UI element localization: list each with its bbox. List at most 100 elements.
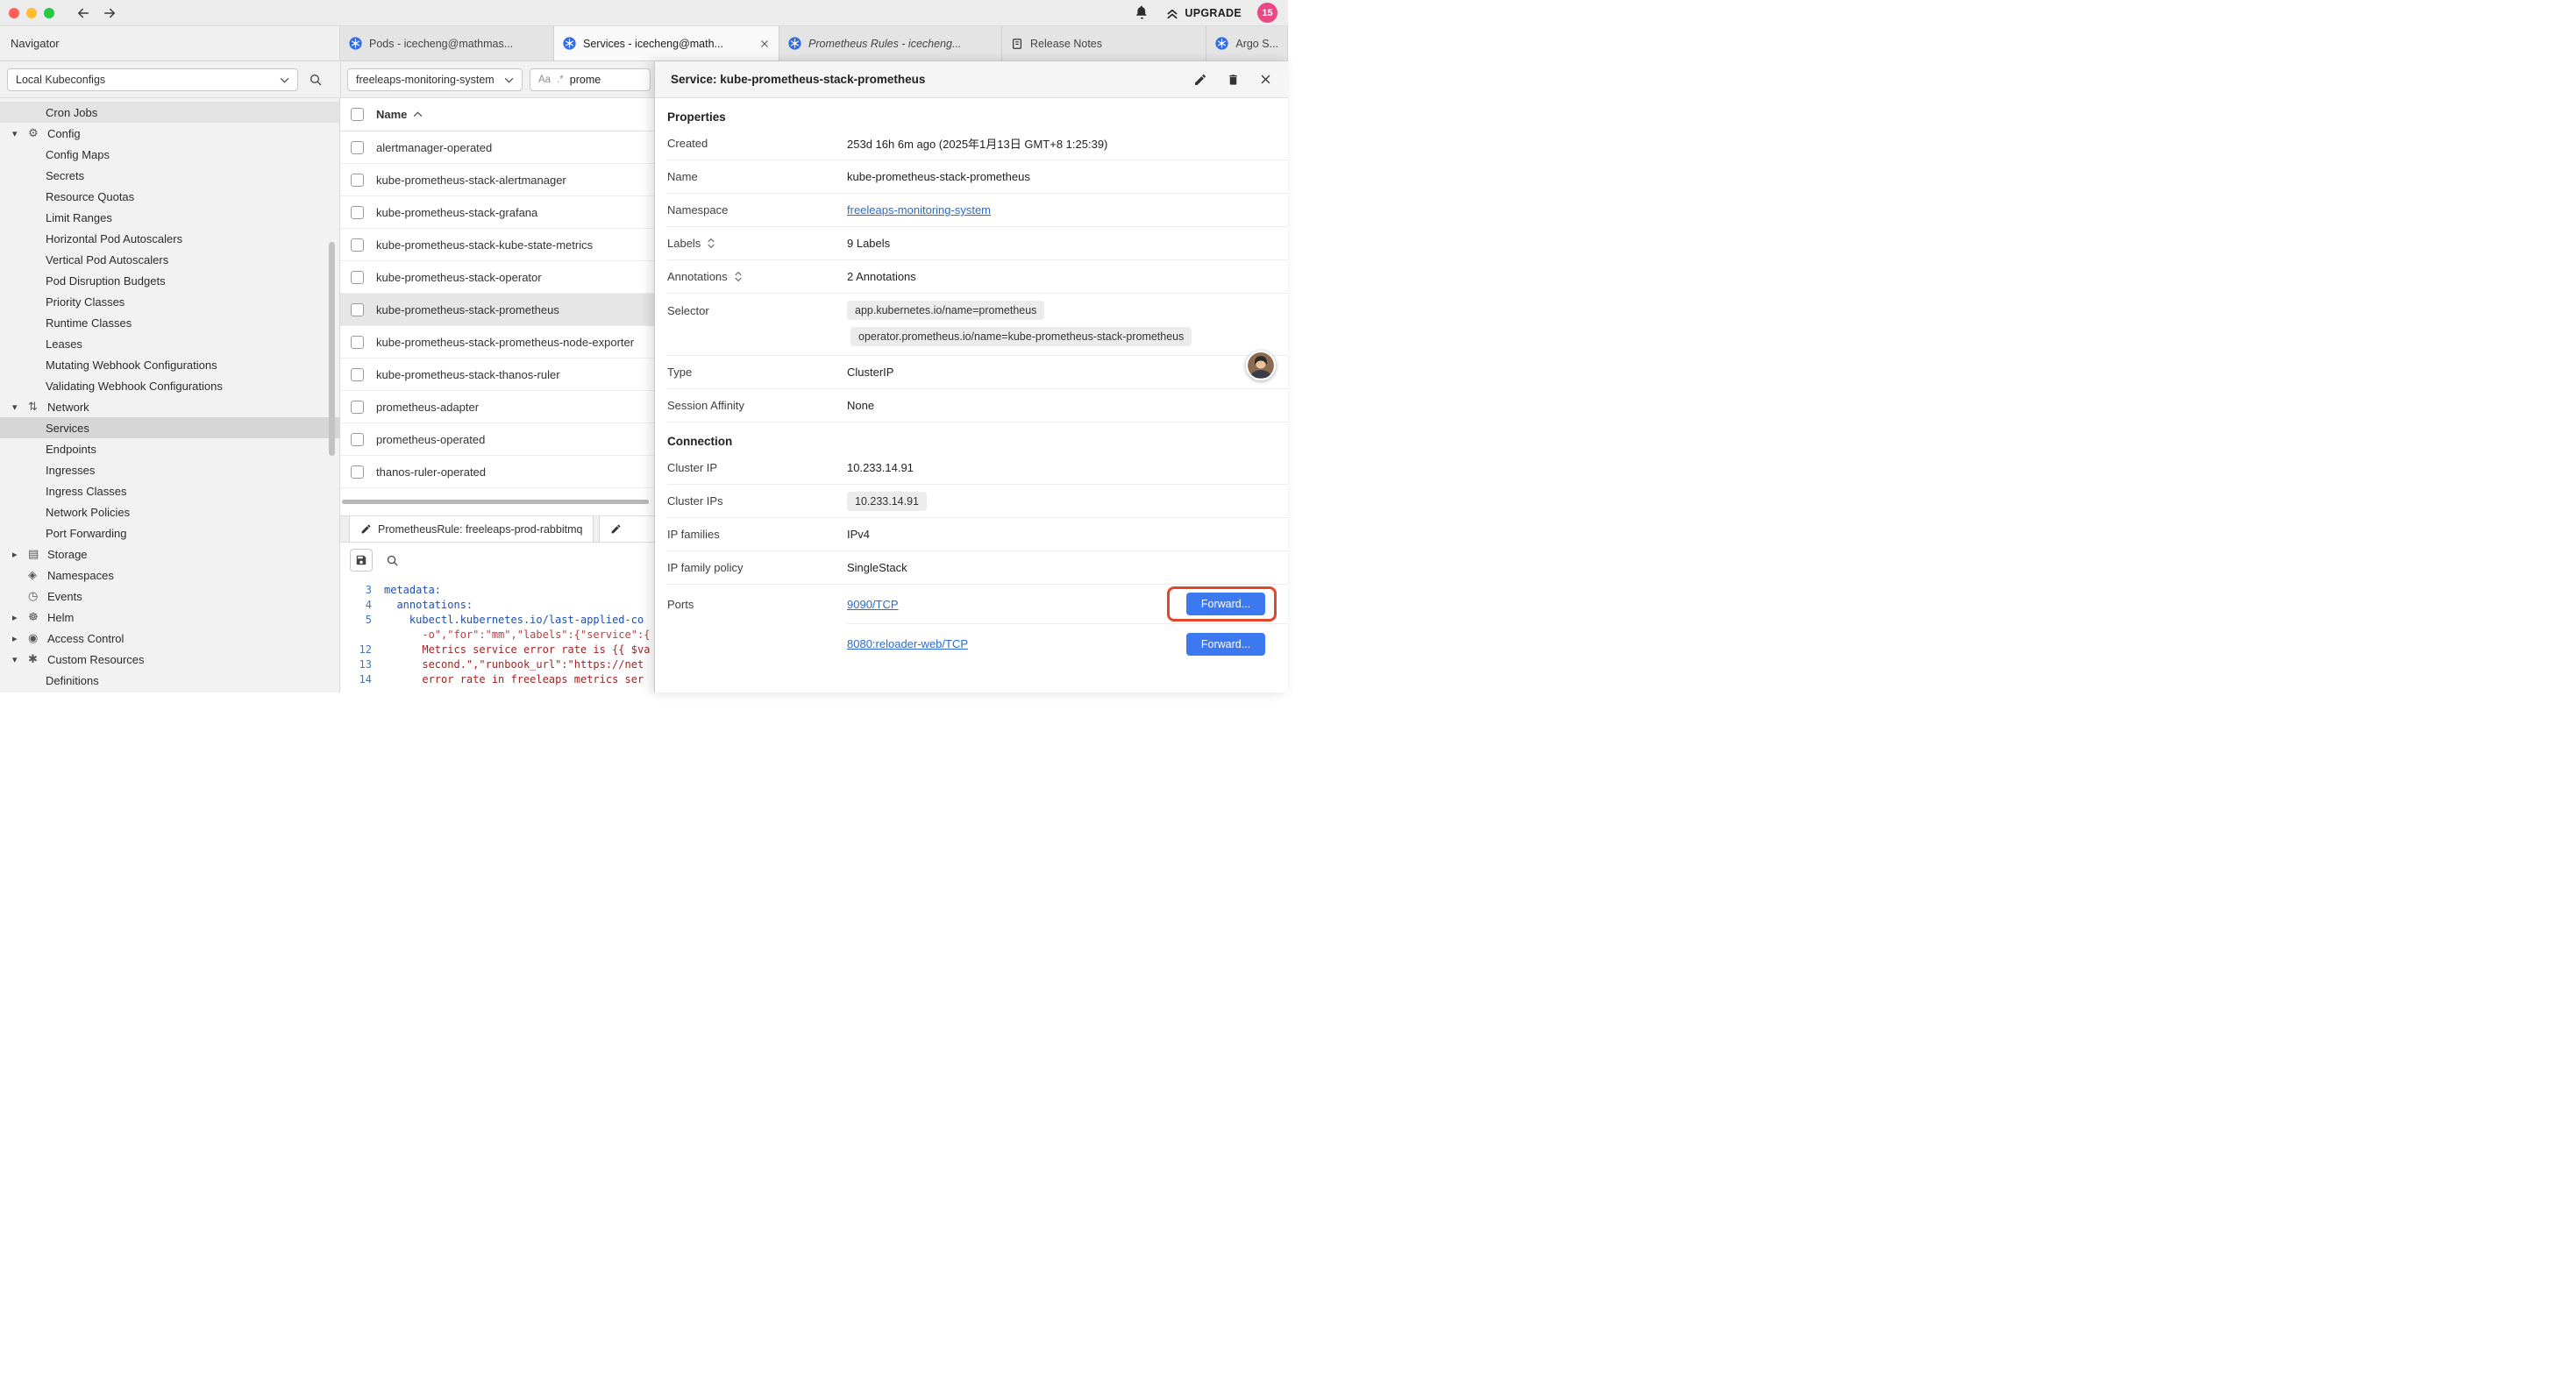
namespace-select[interactable]: freeleaps-monitoring-system [347, 68, 523, 91]
sidebar-item[interactable]: Cron Jobs [0, 102, 339, 123]
navigator-search-icon[interactable] [309, 73, 323, 87]
row-checkbox[interactable] [351, 401, 364, 414]
minimize-window-button[interactable] [26, 8, 37, 18]
editor-tab[interactable]: Prometheus Rules - icecheng... [779, 26, 1002, 60]
editor-search-icon[interactable] [386, 554, 399, 567]
twisty-icon[interactable] [12, 633, 28, 644]
sidebar-item[interactable]: Priority Classes [0, 291, 339, 312]
ports-label: Ports [667, 585, 847, 664]
expand-values-icon[interactable] [707, 238, 715, 249]
row-checkbox[interactable] [351, 303, 364, 316]
nav-back-button[interactable] [75, 5, 91, 21]
sidebar-item[interactable]: Endpoints [0, 438, 339, 459]
upgrade-icon [1165, 6, 1179, 20]
sidebar-item[interactable]: Namespaces [0, 565, 339, 586]
delete-resource-button[interactable] [1227, 73, 1240, 87]
row-checkbox[interactable] [351, 141, 364, 154]
horizontal-scrollbar[interactable] [340, 500, 654, 507]
sidebar-item[interactable]: Storage [0, 543, 339, 565]
expand-values-icon[interactable] [734, 271, 743, 282]
sidebar-item[interactable]: Mutating Webhook Configurations [0, 354, 339, 375]
sidebar-item-label: Pod Disruption Budgets [46, 274, 166, 288]
sidebar-item[interactable]: Ingress Classes [0, 480, 339, 501]
close-drawer-button[interactable] [1259, 73, 1272, 86]
tab-label: Prometheus Rules - icecheng... [808, 38, 993, 50]
service-name: kube-prometheus-stack-kube-state-metrics [376, 238, 593, 252]
sidebar-item-label: Config Maps [46, 148, 110, 161]
row-checkbox[interactable] [351, 465, 364, 479]
zoom-window-button[interactable] [44, 8, 54, 18]
sidebar-item[interactable]: Config Maps [0, 144, 339, 165]
select-all-checkbox[interactable] [351, 108, 364, 121]
sidebar-item-label: Runtime Classes [46, 316, 132, 330]
ip-families-value: IPv4 [847, 528, 870, 541]
kubeconfig-select[interactable]: Local Kubeconfigs [7, 68, 298, 91]
regex-toggle[interactable]: .* [557, 75, 564, 85]
sidebar-item[interactable]: Secrets [0, 165, 339, 186]
sidebar-item[interactable]: Network [0, 396, 339, 417]
sidebar-item[interactable]: Vertical Pod Autoscalers [0, 249, 339, 270]
sidebar-item[interactable]: Runtime Classes [0, 312, 339, 333]
session-affinity-row: Session Affinity None [667, 389, 1288, 423]
service-name: kube-prometheus-stack-operator [376, 271, 542, 284]
sidebar-scrollbar[interactable] [329, 242, 335, 456]
namespace-link[interactable]: freeleaps-monitoring-system [847, 203, 991, 217]
notifications-bell-icon[interactable] [1135, 5, 1149, 20]
sidebar-item[interactable]: Network Policies [0, 501, 339, 522]
sidebar-item[interactable]: Resource Quotas [0, 186, 339, 207]
port-forward-button[interactable]: Forward... [1186, 593, 1265, 615]
port-forward-button[interactable]: Forward... [1186, 633, 1265, 656]
sidebar-item[interactable]: Definitions [0, 670, 339, 691]
editor-tab[interactable]: Services - icecheng@math... [554, 26, 779, 60]
sidebar-item[interactable]: Limit Ranges [0, 207, 339, 228]
match-case-toggle[interactable]: Aa [538, 75, 551, 85]
editor-tabs: Pods - icecheng@mathmas... Services - ic… [340, 26, 1288, 60]
editor-tab[interactable]: Argo S... [1206, 26, 1288, 60]
sidebar-item[interactable]: Ingresses [0, 459, 339, 480]
port-link[interactable]: 8080:reloader-web/TCP [847, 637, 968, 650]
sidebar-item[interactable]: Events [0, 586, 339, 607]
twisty-icon[interactable] [12, 401, 28, 413]
editor-tab[interactable]: Pods - icecheng@mathmas... [340, 26, 554, 60]
titlebar-right: UPGRADE 15 [1135, 3, 1288, 23]
sidebar-item[interactable]: Pod Disruption Budgets [0, 270, 339, 291]
service-name: alertmanager-operated [376, 141, 492, 154]
editor-tab[interactable]: Release Notes [1002, 26, 1206, 60]
sidebar-item-label: Endpoints [46, 443, 96, 456]
sidebar-item[interactable]: Leases [0, 333, 339, 354]
twisty-icon[interactable] [12, 549, 28, 560]
row-checkbox[interactable] [351, 336, 364, 349]
edit-resource-button[interactable] [1193, 73, 1207, 87]
sidebar-item[interactable]: Services [0, 417, 339, 438]
row-checkbox[interactable] [351, 174, 364, 187]
port-link[interactable]: 9090/TCP [847, 598, 899, 611]
sort-asc-icon[interactable] [413, 111, 423, 117]
row-checkbox[interactable] [351, 271, 364, 284]
scrollbar-thumb[interactable] [342, 500, 649, 504]
nav-forward-button[interactable] [102, 5, 117, 21]
sidebar-item[interactable]: Validating Webhook Configurations [0, 375, 339, 396]
cluster-ips-row: Cluster IPs 10.233.14.91 [667, 485, 1288, 518]
row-checkbox[interactable] [351, 238, 364, 252]
dock-tab-prometheusrule[interactable]: PrometheusRule: freeleaps-prod-rabbitmq [349, 516, 594, 542]
sidebar-item[interactable]: Helm [0, 607, 339, 628]
twisty-icon[interactable] [12, 612, 28, 623]
row-checkbox[interactable] [351, 433, 364, 446]
close-window-button[interactable] [9, 8, 19, 18]
annotations-row: Annotations 2 Annotations [667, 260, 1288, 294]
notification-count-badge[interactable]: 15 [1257, 3, 1277, 23]
sidebar-item[interactable]: Config [0, 123, 339, 144]
sidebar-item[interactable]: Custom Resources [0, 649, 339, 670]
save-button[interactable] [350, 549, 373, 572]
row-checkbox[interactable] [351, 206, 364, 219]
close-tab-icon[interactable] [759, 39, 770, 49]
row-checkbox[interactable] [351, 368, 364, 381]
twisty-icon[interactable] [12, 654, 28, 665]
upgrade-button[interactable]: UPGRADE [1165, 6, 1242, 20]
sidebar-item[interactable]: Access Control [0, 628, 339, 649]
category-icon [28, 569, 47, 582]
table-search-input[interactable] [570, 74, 624, 86]
twisty-icon[interactable] [12, 128, 28, 139]
sidebar-item[interactable]: Port Forwarding [0, 522, 339, 543]
sidebar-item[interactable]: Horizontal Pod Autoscalers [0, 228, 339, 249]
